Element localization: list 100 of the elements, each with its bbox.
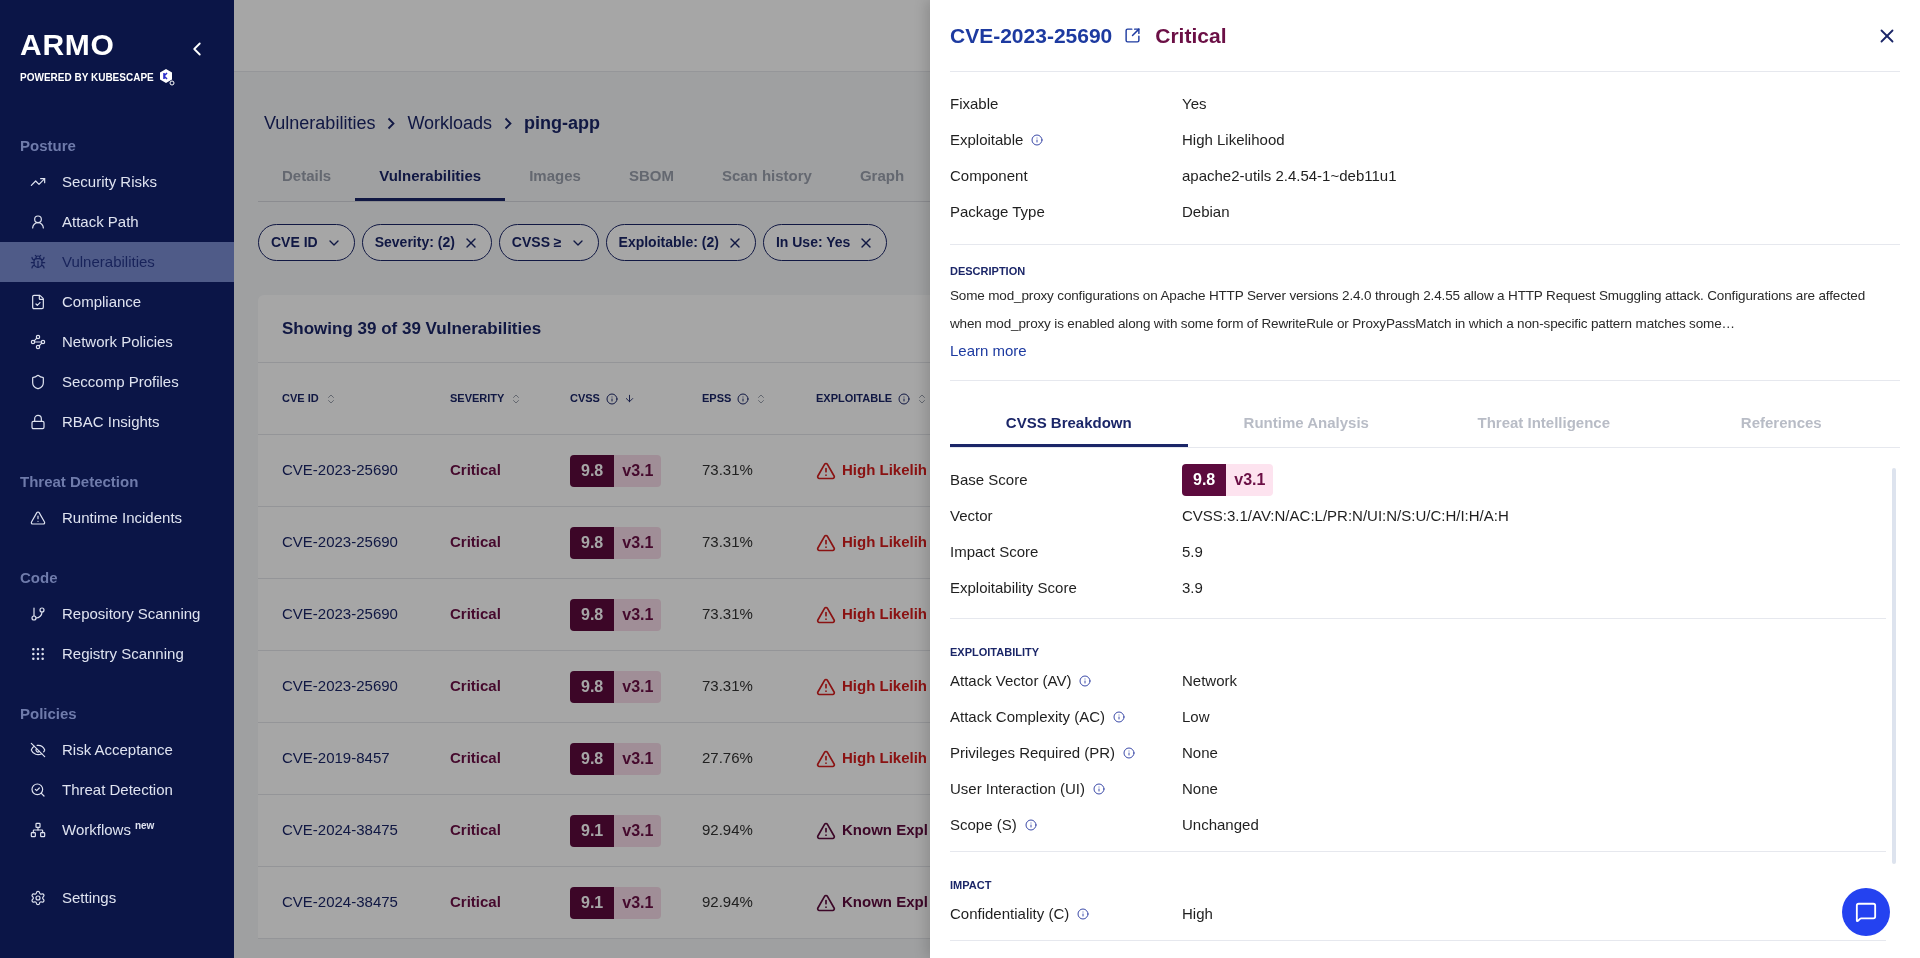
tagline: POWERED BY KUBESCAPE (20, 70, 154, 85)
description-text: Some mod_proxy configurations on Apache HTTP Server versions 2.4.0 through 2.4.55 allow a HTTP Request Smuggling attack. Configurations are affected when mod_proxy is enabled along with some form of RewriteRule or ProxyPassMatch in which a non-specific pattern matches some… (950, 286, 1867, 333)
field-value: 5.9 (1182, 541, 1203, 562)
epss-value: 92.94% (702, 892, 754, 913)
warning-icon (816, 820, 836, 841)
nav-item[interactable]: Threat Detection (0, 770, 234, 810)
field-label: Confidentiality (C) (950, 903, 1070, 924)
cve-link[interactable]: CVE-2023-25690 (282, 675, 450, 698)
field-label: Privileges Required (PR) (950, 742, 1116, 763)
chat-icon (1855, 901, 1877, 923)
filter-chip[interactable]: CVE ID (258, 224, 355, 261)
external-link-icon[interactable] (1124, 27, 1142, 44)
chevron-icon (387, 117, 396, 130)
column-header[interactable]: CVSS (570, 390, 600, 407)
warning-icon (816, 604, 836, 625)
filter-chip[interactable]: In Use: Yes (762, 224, 888, 261)
cve-link[interactable]: CVE-2023-25690 (282, 603, 450, 626)
field-label: Base Score (950, 469, 1029, 490)
cve-link[interactable]: CVE-2019-8457 (282, 747, 450, 770)
severity-text: Critical (450, 892, 502, 913)
cve-link[interactable]: CVE-2023-25690 (282, 459, 450, 482)
field-value: apache2-utils 2.4.54-1~deb11u1 (1182, 165, 1397, 186)
field-label: User Interaction (UI) (950, 778, 1086, 799)
info-icon (1113, 711, 1126, 723)
info-icon (1024, 819, 1037, 831)
column-header[interactable]: SEVERITY (450, 390, 505, 407)
severity-title: Critical (1155, 22, 1227, 49)
settings-icon (30, 890, 46, 906)
branch-icon (30, 606, 46, 622)
chat-button[interactable] (1842, 888, 1890, 936)
info-icon (1077, 908, 1090, 920)
cve-link[interactable]: CVE-2023-25690 (282, 531, 450, 554)
field-label: Scope (S) (950, 814, 1017, 835)
exploitable-text: High Likelih (842, 604, 927, 625)
section-title: Code (19, 567, 59, 588)
warning-icon (30, 510, 46, 526)
tab[interactable]: CVSS Breakdown (950, 403, 1188, 447)
nav-item[interactable]: Settings (0, 878, 234, 918)
epss-value: 92.94% (702, 820, 754, 841)
epss-value: 73.31% (702, 460, 754, 481)
epss-value: 27.76% (702, 748, 754, 769)
hierarchy-icon (30, 822, 46, 838)
field-value: 3.9 (1182, 577, 1203, 598)
table-title: Showing 39 of 39 Vulnerabilities (282, 317, 542, 340)
field-value: Network (1182, 670, 1237, 691)
nav-item[interactable]: Risk Acceptance (0, 730, 234, 770)
severity-text: Critical (450, 532, 502, 553)
breadcrumb-item[interactable]: Vulnerabilities (264, 110, 376, 137)
field-label: Vector (950, 505, 993, 526)
nav-item[interactable]: Compliance (0, 282, 234, 322)
field-label: Impact Score (950, 541, 1039, 562)
exploitable-text: High Likelih (842, 532, 927, 553)
field-label: Attack Vector (AV) (950, 670, 1072, 691)
learn-more-link[interactable]: Learn more (950, 339, 1027, 362)
field-value: Debian (1182, 201, 1230, 222)
field-value: Unchanged (1182, 814, 1259, 835)
cve-title: CVE-2023-25690 (950, 22, 1113, 49)
exploitable-text: Known Expl (842, 892, 928, 913)
column-header[interactable]: CVE ID (282, 390, 319, 407)
nav-item[interactable]: Workflows new (0, 810, 234, 850)
filter-chip[interactable]: Severity: (2) (361, 224, 492, 261)
search-icon (30, 782, 46, 798)
breadcrumb-item[interactable]: Workloads (407, 110, 493, 137)
tab[interactable]: Vulnerabilities (355, 155, 506, 201)
nav-item[interactable]: Runtime Incidents (0, 498, 234, 538)
nav-item[interactable]: Network Policies (0, 322, 234, 362)
column-header[interactable]: EXPLOITABLE (816, 390, 893, 407)
nav-item[interactable]: Attack Path (0, 202, 234, 242)
section-title: Policies (19, 703, 78, 724)
epss-value: 73.31% (702, 604, 754, 625)
severity-text: Critical (450, 820, 502, 841)
warning-icon (816, 460, 836, 481)
field-label: Exploitable (950, 129, 1024, 150)
field-label: Exploitability Score (950, 577, 1077, 598)
section-title: Posture (19, 135, 77, 156)
severity-text: Critical (450, 604, 502, 625)
field-value: High Likelihood (1182, 129, 1285, 150)
nav-item[interactable]: Seccomp Profiles (0, 362, 234, 402)
nav-item[interactable]: Registry Scanning (0, 634, 234, 674)
nodes-icon (30, 334, 46, 350)
cve-link[interactable]: CVE-2024-38475 (282, 891, 450, 914)
cve-link[interactable]: CVE-2024-38475 (282, 819, 450, 842)
filter-chip[interactable]: CVSS ≥ (498, 224, 599, 261)
bug-icon (30, 254, 46, 270)
nav-item[interactable]: Repository Scanning (0, 594, 234, 634)
warning-icon (816, 748, 836, 769)
field-label: Attack Complexity (AC) (950, 706, 1106, 727)
field-value: None (1182, 778, 1218, 799)
sort-down-icon[interactable] (623, 393, 635, 404)
column-header[interactable]: EPSS (702, 390, 732, 407)
filter-chip[interactable]: Exploitable: (2) (605, 224, 756, 261)
scrollbar[interactable] (1892, 468, 1896, 864)
epss-value: 73.31% (702, 532, 754, 553)
exploitable-text: High Likelih (842, 676, 927, 697)
nav-item[interactable]: Security Risks (0, 162, 234, 202)
nav-item[interactable]: RBAC Insights (0, 402, 234, 442)
severity-text: Critical (450, 748, 502, 769)
field-label: Package Type (950, 201, 1045, 222)
file-check-icon (30, 294, 46, 310)
new-label: new (134, 819, 155, 833)
